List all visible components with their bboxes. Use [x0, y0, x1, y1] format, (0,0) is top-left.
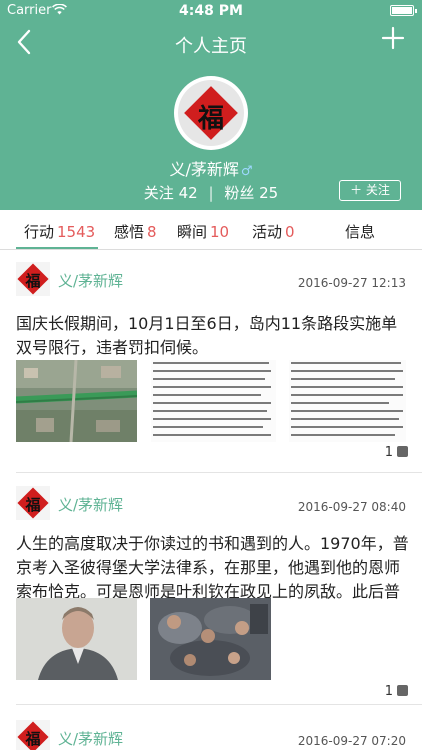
- profile-name: 义/茅新辉: [169, 160, 239, 179]
- tab-info[interactable]: 信息: [345, 221, 375, 242]
- following-count: 42: [178, 184, 198, 202]
- post-date: 2016-09-27 12:13: [297, 276, 406, 290]
- following-label: 关注: [143, 184, 174, 202]
- follow-button[interactable]: ＋ 关注: [339, 180, 401, 201]
- plus-icon[interactable]: [378, 26, 408, 58]
- like-number: 1: [384, 684, 393, 699]
- avatar[interactable]: 福: [174, 76, 248, 150]
- tab-count: 8: [147, 223, 157, 241]
- fans-label: 粉丝: [224, 184, 255, 202]
- bus-notice-document[interactable]: [289, 360, 406, 442]
- tab-count: 0: [285, 223, 295, 241]
- tab-label: 活动: [252, 223, 283, 241]
- like-count[interactable]: 1: [385, 684, 408, 699]
- battery-icon: [390, 5, 417, 16]
- tab-label: 感悟: [114, 223, 145, 241]
- avatar-char: 福: [25, 730, 41, 748]
- page-title: 个人主页: [175, 36, 247, 57]
- post-author[interactable]: 义/茅新辉: [58, 728, 123, 749]
- post-text[interactable]: 国庆长假期间，10月1日至6日，岛内11条路段实施单双号限行，违者罚扣伺候。: [16, 312, 412, 360]
- crowd-scene-photo[interactable]: [150, 598, 271, 680]
- profile-header: Carrier 4:48 PM 个人主页 福 义/茅新辉 ♂ 关注 42 | 粉丝…: [0, 0, 422, 210]
- tab-count: 10: [210, 223, 230, 241]
- man-portrait-photo[interactable]: [16, 598, 137, 680]
- post-divider: [16, 704, 422, 705]
- aerial-road-map[interactable]: [16, 360, 137, 442]
- active-tab-indicator: [16, 247, 98, 249]
- profile-name-row: 义/茅新辉 ♂: [0, 156, 422, 180]
- list-item[interactable]: 福 义/茅新辉 2016-09-27 07:20: [0, 720, 422, 750]
- status-bar: Carrier 4:48 PM: [0, 0, 422, 22]
- thumbs-up-icon: [397, 685, 408, 696]
- fu-character-avatar[interactable]: 福: [16, 262, 50, 296]
- tab-label: 瞬间: [177, 223, 208, 241]
- post-date: 2016-09-27 07:20: [297, 734, 406, 748]
- fans-link[interactable]: 粉丝 25: [224, 184, 278, 202]
- tab-label: 信息: [345, 223, 376, 241]
- like-number: 1: [384, 445, 393, 460]
- tab-label: 行动: [24, 223, 55, 241]
- status-time: 4:48 PM: [179, 3, 243, 19]
- stats-separator: |: [208, 184, 214, 202]
- post-divider: [16, 472, 422, 473]
- like-count[interactable]: 1: [385, 445, 408, 460]
- nav-bar: 个人主页: [0, 22, 422, 66]
- thumbs-up-icon: [397, 446, 408, 457]
- fu-character-avatar[interactable]: 福: [16, 486, 50, 520]
- tab-events[interactable]: 活动 0: [252, 221, 295, 242]
- avatar-char: 福: [25, 272, 41, 290]
- post-date: 2016-09-27 08:40: [297, 500, 406, 514]
- avatar-char: 福: [197, 104, 224, 134]
- fans-count: 25: [259, 184, 279, 202]
- list-item[interactable]: 福 义/茅新辉 2016-09-27 08:40 人生的高度取决于你读过的书和遇…: [0, 486, 422, 702]
- traffic-notice-document[interactable]: [151, 360, 276, 442]
- tab-actions[interactable]: 行动 1543: [24, 221, 95, 242]
- following-link[interactable]: 关注 42: [144, 184, 198, 202]
- fu-character-avatar: 福: [178, 80, 244, 146]
- avatar-char: 福: [25, 496, 41, 514]
- fu-character-avatar[interactable]: 福: [16, 720, 50, 750]
- male-icon: ♂: [240, 164, 253, 179]
- post-author[interactable]: 义/茅新辉: [58, 494, 123, 515]
- tab-moments[interactable]: 瞬间 10: [177, 221, 229, 242]
- post-author[interactable]: 义/茅新辉: [58, 270, 123, 291]
- list-item[interactable]: 福 义/茅新辉 2016-09-27 12:13 国庆长假期间，10月1日至6日…: [0, 262, 422, 472]
- tab-insights[interactable]: 感悟 8: [114, 221, 157, 242]
- profile-tabs: 行动 1543 感悟 8 瞬间 10 活动 0 信息: [0, 210, 422, 250]
- tab-count: 1543: [57, 223, 96, 241]
